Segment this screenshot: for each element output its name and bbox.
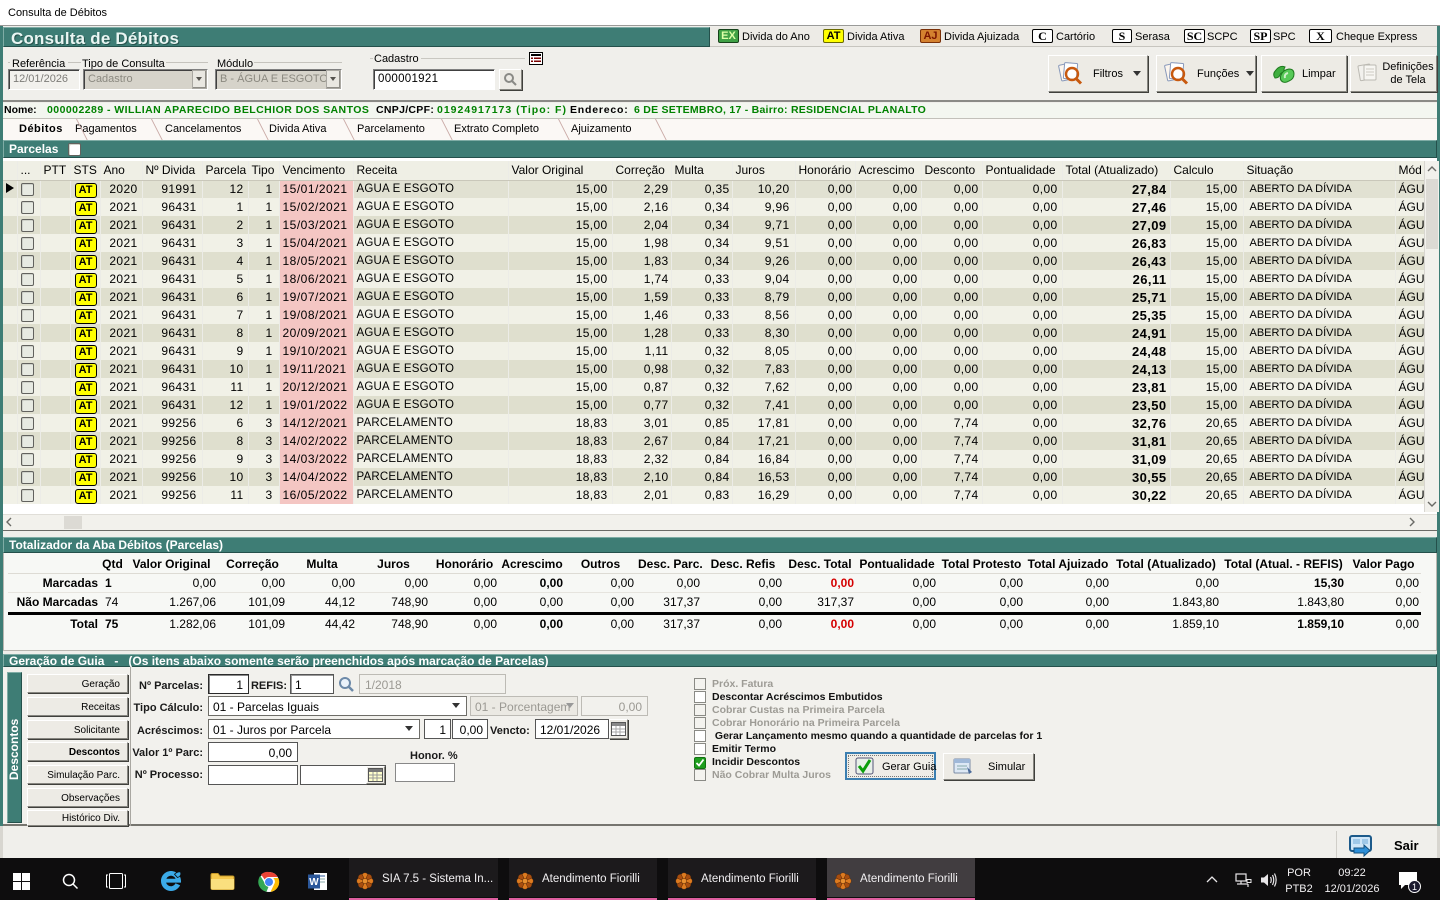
svg-text:W: W xyxy=(309,877,319,888)
